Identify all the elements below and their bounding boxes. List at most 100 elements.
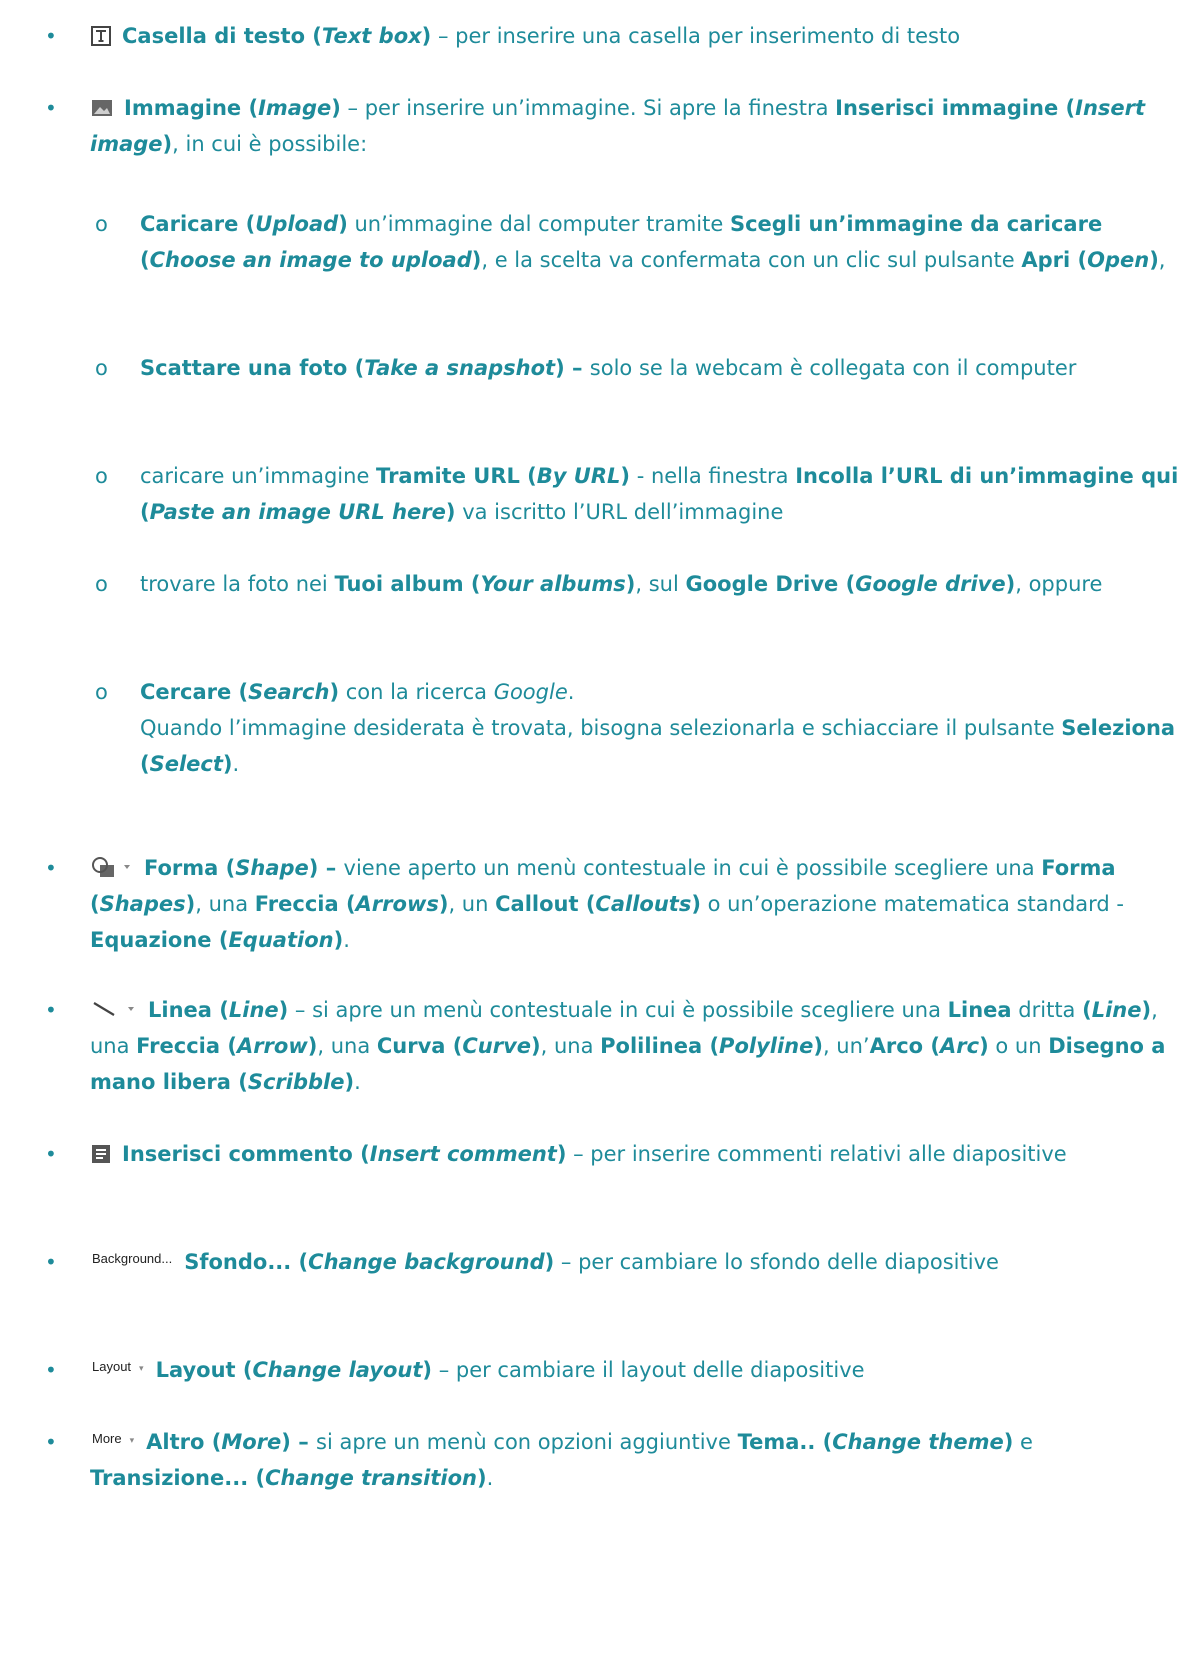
text-run: Line [1091,998,1142,1022]
text-run: Google drive [855,572,1006,596]
text-run: ) [691,892,701,916]
more-button-image: More ▾ [90,1431,136,1448]
image-icon [90,97,114,119]
text-run: Google Drive ( [685,572,856,596]
bullet-marker: • [45,1142,57,1166]
text-run: con la ricerca [339,680,494,704]
text-run: ) [471,248,482,272]
text-run: , un’ [822,1034,870,1058]
text-run: Arrows [355,892,439,916]
text-run: . [232,752,240,776]
text-run: Apri ( [1021,248,1088,272]
text-run: Open [1087,248,1150,272]
text-run: Equation [228,928,334,952]
sub-bullet-item: o Cercare (Search) con la ricerca Google.… [95,674,1180,782]
sub-bullet-marker: o [95,356,108,380]
chevron-down-icon: ▾ [139,1363,144,1373]
text-run: Quando l’immagine desiderata è trovata, … [140,716,1062,740]
text-run: Transizione... ( [90,1466,266,1490]
text-run: ) [544,1250,555,1274]
text-run: Inserisci commento ( [122,1142,370,1166]
bullet-item: • Casella di testo (Text box) – per inser… [45,18,1180,54]
text-run: dritta [1011,998,1083,1022]
text-run: , e la scelta va confermata con un clic … [481,248,1022,272]
text-run: ) [438,892,449,916]
text-run: By URL [536,464,621,488]
text-run: ) [422,1358,433,1382]
text-run: , in cui è possibile: [172,132,368,156]
text-run: ) [344,1070,355,1094]
text-run: Cercare ( [140,680,249,704]
text-run: ) [278,998,289,1022]
text-run: Google [493,680,568,704]
text-run: Curve [462,1034,532,1058]
chevron-down-icon: ▾ [129,1435,135,1445]
text-run: ) [338,212,348,236]
text-run: Scribble [247,1070,345,1094]
text-run: Take a snapshot [364,356,556,380]
text-run: Casella di testo ( [122,24,322,48]
bullet-item: • Inserisci commento (Insert comment) – p… [45,1136,1180,1172]
text-run: ) [625,572,636,596]
line-icon [90,999,138,1021]
text-run: ) [620,464,631,488]
text-run: ) [333,928,344,952]
button-image-label: More [92,1431,122,1446]
text-run: Change layout [252,1358,423,1382]
text-run: viene aperto un menù contestuale in cui … [343,856,1042,880]
text-run: . [343,928,350,952]
text-run: ) [331,96,341,120]
text-run: Curva ( [376,1034,463,1058]
text-run: ) [1149,248,1159,272]
text-run: - nella finestra [630,464,796,488]
text-run: ) [445,500,456,524]
button-image-label: Layout [92,1359,132,1374]
text-run: Linea [947,998,1012,1022]
text-run: va iscritto l’URL dell’immagine [455,500,784,524]
text-run: ) [421,24,432,48]
bullet-marker: • [45,1358,57,1382]
text-run: ) [162,132,173,156]
text-run: ) [531,1034,541,1058]
text-run: Scattare una foto ( [140,356,365,380]
bullet-item: • Background... Sfondo... (Change backgrou… [45,1244,1180,1280]
background-button-image: Background... [90,1251,174,1267]
text-run: solo se la webcam è collegata con il com… [589,356,1077,380]
bullet-item: • Layout ▾ Layout (Change layout) – per cam… [45,1352,1180,1388]
text-run: Shapes [99,892,186,916]
sub-bullet-marker: o [95,572,108,596]
text-run: Caricare ( [140,212,256,236]
text-run: , sul [635,572,686,596]
text-run: Linea ( [148,998,229,1022]
text-run: , una [317,1034,377,1058]
text-run: ) [979,1034,989,1058]
bullet-marker: • [45,856,57,880]
text-run: Freccia ( [136,1034,237,1058]
text-run: Layout ( [155,1358,253,1382]
text-run: Equazione ( [90,928,229,952]
text-run: ) – [308,856,344,880]
text-run: Image [258,96,332,120]
text-run: , [1158,248,1166,272]
sub-bullet-item: o trovare la foto nei Tuoi album (Your al… [95,566,1180,602]
bullet-marker: • [45,998,57,1022]
text-run: e [1013,1430,1033,1454]
text-run: , un [448,892,496,916]
text-run: ) [222,752,233,776]
text-run: si apre un menù con opzioni aggiuntive [316,1430,738,1454]
text-run: Search [248,680,330,704]
text-run: Freccia ( [254,892,356,916]
text-run: Arco ( [869,1034,941,1058]
bullet-item: • Forma (Shape) – viene aperto un menù co… [45,850,1180,958]
layout-button-image: Layout ▾ [90,1359,146,1376]
document-page: • Casella di testo (Text box) – per inser… [0,0,1180,1679]
bullet-marker: • [45,24,57,48]
text-run: caricare un’immagine [140,464,377,488]
text-run: ) – [555,356,590,380]
text-run: Choose an image to upload [149,248,472,272]
text-run: Line [228,998,279,1022]
text-run: ) [1141,998,1152,1022]
shape-icon [90,857,134,879]
text-run: Inserisci immagine ( [835,96,1076,120]
text-run: Callouts [595,892,692,916]
